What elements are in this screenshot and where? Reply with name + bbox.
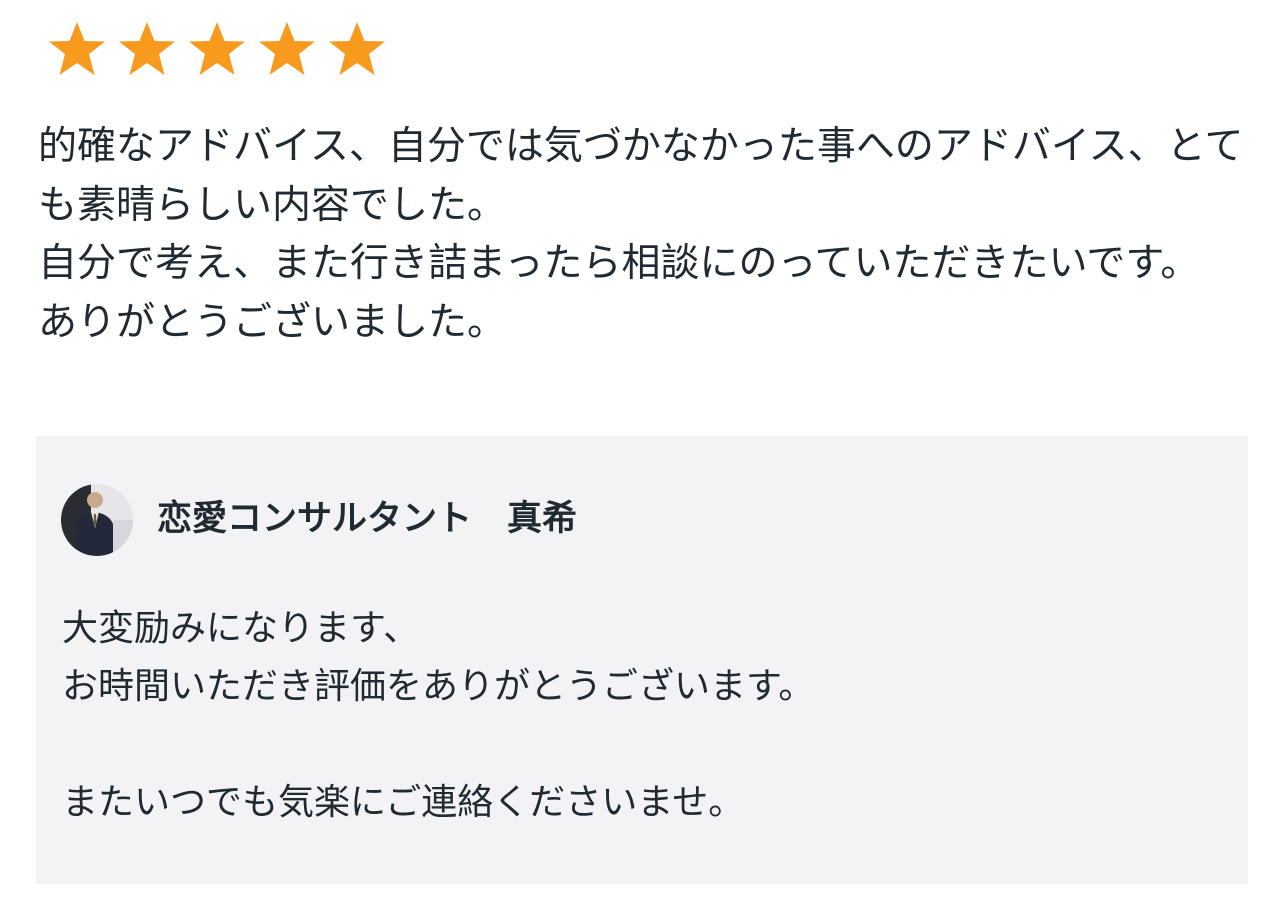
avatar-icon[interactable]	[61, 484, 133, 556]
star-rating	[44, 20, 390, 78]
seller-reply: 恋愛コンサルタント 真希 大変励みになります、 お時間いただき評価をありがとうご…	[36, 436, 1248, 884]
star-icon	[114, 20, 180, 78]
reply-line: お時間いただき評価をありがとうございます。	[62, 666, 815, 707]
review-paragraph: ありがとうございました。	[38, 299, 507, 345]
reply-body: 大変励みになります、 お時間いただき評価をありがとうございます。 またいつでも気…	[62, 600, 1222, 832]
reply-line-spacer	[62, 716, 1222, 774]
review-body: 的確なアドバイス、自分では気づかなかった事へのアドバイス、とても素晴らしい内容で…	[38, 118, 1253, 352]
reply-line: 大変励みになります、	[62, 608, 420, 649]
star-icon	[324, 20, 390, 78]
reply-line: またいつでも気楽にご連絡くださいませ。	[62, 782, 745, 823]
star-icon	[184, 20, 250, 78]
star-icon	[254, 20, 320, 78]
review-paragraph: 自分で考え、また行き詰まったら相談にのっていただきたいです。	[38, 241, 1200, 286]
reply-author-name[interactable]: 恋愛コンサルタント 真希	[157, 494, 577, 544]
review-paragraph: 的確なアドバイス、自分では気づかなかった事へのアドバイス、とても素晴らしい内容で…	[38, 124, 1244, 228]
star-icon	[44, 20, 110, 78]
